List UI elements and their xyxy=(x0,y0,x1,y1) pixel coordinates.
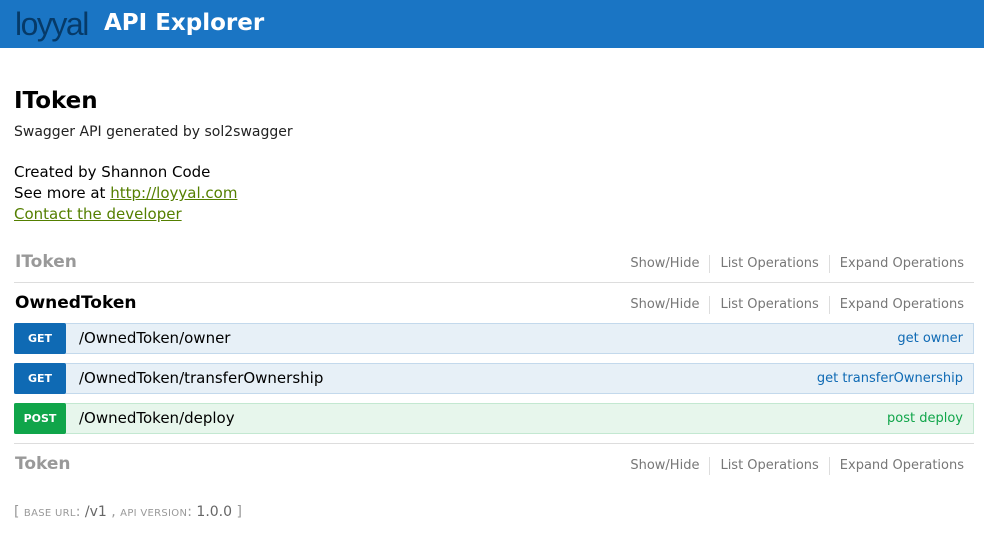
list-operations-link[interactable]: List Operations xyxy=(720,457,818,475)
base-url-value: /v1 xyxy=(84,504,107,520)
website-link[interactable]: http://loyyal.com xyxy=(110,184,237,202)
base-url-label: base url xyxy=(23,508,76,519)
resource-actions: Show/Hide List Operations Expand Operati… xyxy=(630,255,964,273)
see-more-prefix: See more at xyxy=(14,184,111,202)
api-footer: [ base url: /v1 , api version: 1.0.0 ] xyxy=(14,504,242,520)
show-hide-link[interactable]: Show/Hide xyxy=(630,255,699,273)
action-divider xyxy=(828,255,830,273)
loyyal-logo[interactable]: loyyal xyxy=(15,6,89,42)
expand-operations-link[interactable]: Expand Operations xyxy=(840,457,964,475)
expand-operations-link[interactable]: Expand Operations xyxy=(840,296,964,314)
list-operations-link[interactable]: List Operations xyxy=(720,255,818,273)
action-divider xyxy=(828,457,830,475)
operation-summary[interactable]: get owner xyxy=(897,324,963,353)
resource-name-link[interactable]: OwnedToken xyxy=(15,292,136,314)
http-method-badge[interactable]: GET xyxy=(14,363,66,394)
resource-token: Token Show/Hide List Operations Expand O… xyxy=(14,444,974,485)
app-title[interactable]: API Explorer xyxy=(104,7,264,39)
http-method-badge[interactable]: POST xyxy=(14,403,66,434)
resource-itoken: IToken Show/Hide List Operations Expand … xyxy=(14,242,974,283)
api-author: Created by Shannon Code xyxy=(14,163,211,181)
resource-ownedtoken: OwnedToken Show/Hide List Operations Exp… xyxy=(14,283,974,324)
resource-header: Token Show/Hide List Operations Expand O… xyxy=(14,444,974,485)
action-divider xyxy=(828,296,830,314)
resource-header: IToken Show/Hide List Operations Expand … xyxy=(14,242,974,283)
see-more-line: See more at http://loyyal.com xyxy=(14,183,237,203)
resource-name-link[interactable]: Token xyxy=(15,453,71,475)
action-divider xyxy=(709,457,711,475)
list-operations-link[interactable]: List Operations xyxy=(720,296,818,314)
api-version-label: api version xyxy=(120,508,188,519)
api-title: IToken xyxy=(14,88,98,114)
api-version-value: 1.0.0 xyxy=(196,504,233,520)
show-hide-link[interactable]: Show/Hide xyxy=(630,457,699,475)
show-hide-link[interactable]: Show/Hide xyxy=(630,296,699,314)
operation-summary[interactable]: post deploy xyxy=(887,404,963,433)
resource-header: OwnedToken Show/Hide List Operations Exp… xyxy=(14,283,974,324)
http-method-badge[interactable]: GET xyxy=(14,323,66,354)
contact-developer-link[interactable]: Contact the developer xyxy=(14,205,182,223)
operation-row-get-owner[interactable]: GET /OwnedToken/owner get owner xyxy=(14,323,974,354)
operation-summary[interactable]: get transferOwnership xyxy=(817,364,963,393)
resource-name-link[interactable]: IToken xyxy=(15,251,77,273)
operation-path[interactable]: /OwnedToken/owner xyxy=(79,324,230,353)
api-description: Swagger API generated by sol2swagger xyxy=(14,124,293,140)
resource-actions: Show/Hide List Operations Expand Operati… xyxy=(630,296,964,314)
close-bracket: ] xyxy=(236,504,242,520)
expand-operations-link[interactable]: Expand Operations xyxy=(840,255,964,273)
operation-row-get-transfer-ownership[interactable]: GET /OwnedToken/transferOwnership get tr… xyxy=(14,363,974,394)
operation-row-post-deploy[interactable]: POST /OwnedToken/deploy post deploy xyxy=(14,403,974,434)
contact-line: Contact the developer xyxy=(14,204,182,224)
resource-actions: Show/Hide List Operations Expand Operati… xyxy=(630,457,964,475)
operation-path[interactable]: /OwnedToken/deploy xyxy=(79,404,235,433)
operation-path[interactable]: /OwnedToken/transferOwnership xyxy=(79,364,323,393)
top-header-bar: loyyal API Explorer xyxy=(0,0,984,48)
open-bracket: [ xyxy=(14,504,20,520)
action-divider xyxy=(709,296,711,314)
action-divider xyxy=(709,255,711,273)
